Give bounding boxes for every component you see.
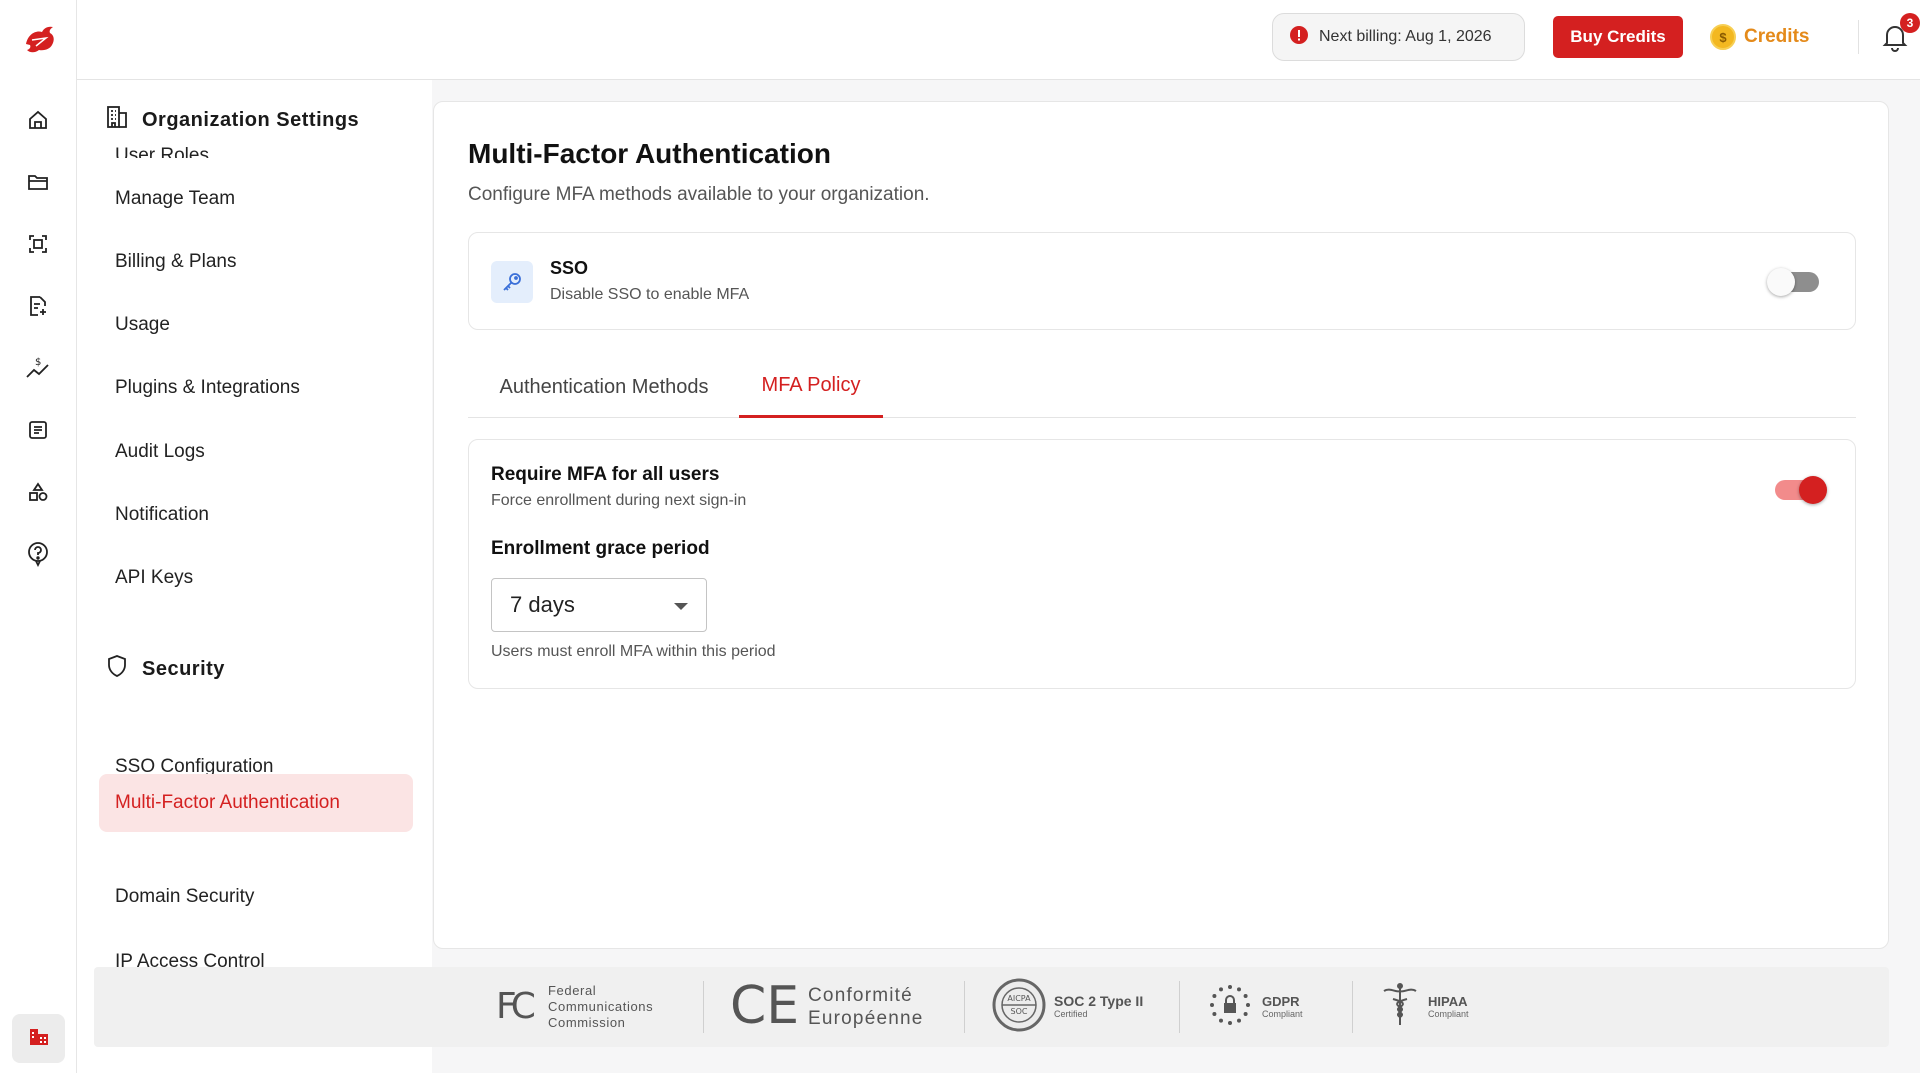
folder-icon[interactable] bbox=[22, 166, 54, 198]
sidebar-item-api-keys[interactable]: API Keys bbox=[99, 549, 413, 607]
divider bbox=[1352, 981, 1353, 1033]
caret-down-icon bbox=[674, 603, 688, 610]
svg-text:CE: CE bbox=[730, 979, 799, 1031]
require-mfa-toggle[interactable] bbox=[1775, 476, 1827, 504]
ce-badge: CE Conformité Européenne bbox=[730, 976, 924, 1037]
ce-logo-icon: CE bbox=[730, 976, 800, 1036]
sso-toggle[interactable] bbox=[1767, 268, 1819, 296]
tab-mfa-policy[interactable]: MFA Policy bbox=[739, 356, 883, 418]
security-title: Security bbox=[142, 657, 225, 680]
gdpr-badge: GDPR Compliant bbox=[1206, 977, 1303, 1037]
divider bbox=[1179, 981, 1180, 1033]
alert-icon bbox=[1289, 25, 1309, 50]
tab-authentication-methods[interactable]: Authentication Methods bbox=[468, 356, 740, 418]
sidebar-item-user-roles[interactable]: User Roles bbox=[99, 138, 413, 158]
sidebar-item-manage-team[interactable]: Manage Team bbox=[99, 170, 413, 228]
organization-icon bbox=[27, 1024, 51, 1053]
list-icon[interactable] bbox=[22, 414, 54, 446]
svg-text:SOC: SOC bbox=[1011, 1007, 1028, 1016]
divider bbox=[703, 981, 704, 1033]
hipaa-badge: HIPAA Compliant bbox=[1380, 977, 1469, 1037]
toggle-knob bbox=[1799, 476, 1827, 504]
key-icon bbox=[491, 261, 533, 303]
org-settings-heading: Organization Settings bbox=[104, 102, 359, 138]
org-settings-title: Organization Settings bbox=[142, 108, 360, 131]
svg-text:$: $ bbox=[35, 357, 41, 368]
sidebar-item-audit-logs[interactable]: Audit Logs bbox=[99, 423, 413, 481]
shapes-icon[interactable] bbox=[22, 476, 54, 508]
building-icon bbox=[104, 104, 130, 136]
settings-sidebar: Organization Settings User Roles Manage … bbox=[77, 80, 432, 1073]
sso-card: SSO Disable SSO to enable MFA bbox=[468, 232, 1856, 330]
organization-button[interactable] bbox=[12, 1014, 65, 1063]
fcc-logo-icon: FC bbox=[496, 984, 541, 1031]
tab-bar: Authentication Methods MFA Policy bbox=[468, 356, 1856, 418]
require-mfa-title: Require MFA for all users bbox=[491, 464, 720, 485]
page-title: Multi-Factor Authentication bbox=[468, 138, 831, 169]
page-subtitle: Configure MFA methods available to your … bbox=[468, 184, 930, 205]
document-add-icon[interactable] bbox=[22, 290, 54, 322]
sidebar-item-billing-plans[interactable]: Billing & Plans bbox=[99, 233, 413, 291]
credits-link[interactable]: $ Credits bbox=[1710, 22, 1809, 52]
eu-stars-lock-icon bbox=[1206, 981, 1254, 1034]
home-icon[interactable] bbox=[22, 104, 54, 136]
svg-text:AICPA: AICPA bbox=[1007, 994, 1031, 1003]
shield-icon bbox=[104, 653, 130, 685]
sidebar-item-usage[interactable]: Usage bbox=[99, 296, 413, 354]
coin-icon: $ bbox=[1710, 24, 1736, 50]
mfa-policy-card: Require MFA for all users Force enrollme… bbox=[468, 439, 1856, 689]
toggle-knob bbox=[1767, 268, 1795, 296]
sidebar-item-domain-security[interactable]: Domain Security bbox=[99, 868, 413, 926]
compliance-badges: FC Federal Communications Commission CE … bbox=[94, 967, 1889, 1047]
sidebar-item-plugins-integrations[interactable]: Plugins & Integrations bbox=[99, 359, 413, 417]
divider bbox=[964, 981, 965, 1033]
divider bbox=[1858, 20, 1859, 54]
left-rail: $ bbox=[0, 0, 77, 1073]
main-content-card: Multi-Factor Authentication Configure MF… bbox=[433, 101, 1889, 949]
notification-count-badge: 3 bbox=[1900, 13, 1920, 33]
grace-period-label: Enrollment grace period bbox=[491, 538, 710, 559]
fcc-badge: FC Federal Communications Commission bbox=[496, 983, 654, 1031]
sidebar-item-mfa[interactable]: Multi-Factor Authentication bbox=[99, 774, 413, 832]
sso-description: Disable SSO to enable MFA bbox=[550, 286, 750, 303]
sso-title: SSO bbox=[550, 258, 589, 278]
sidebar-item-notification[interactable]: Notification bbox=[99, 486, 413, 544]
grace-period-value: 7 days bbox=[510, 592, 575, 617]
require-mfa-description: Force enrollment during next sign-in bbox=[491, 492, 747, 509]
grace-period-select[interactable]: 7 days bbox=[491, 578, 707, 632]
top-bar: Next billing: Aug 1, 2026 Buy Credits $ … bbox=[77, 0, 1920, 80]
grace-period-help: Users must enroll MFA within this period bbox=[491, 643, 776, 660]
billing-status-pill[interactable]: Next billing: Aug 1, 2026 bbox=[1272, 13, 1525, 61]
billing-text: Next billing: Aug 1, 2026 bbox=[1319, 28, 1492, 45]
security-heading: Security bbox=[104, 651, 225, 687]
svg-text:FC: FC bbox=[496, 986, 535, 1026]
scan-icon[interactable] bbox=[22, 228, 54, 260]
credits-label: Credits bbox=[1744, 26, 1810, 47]
buy-credits-button[interactable]: Buy Credits bbox=[1553, 16, 1683, 58]
help-icon[interactable] bbox=[22, 538, 54, 570]
aicpa-soc-seal-icon: AICPA SOC bbox=[992, 978, 1046, 1037]
soc2-badge: AICPA SOC SOC 2 Type II Certified bbox=[992, 977, 1143, 1037]
brand-logo-icon[interactable] bbox=[20, 20, 58, 58]
caduceus-icon bbox=[1380, 981, 1420, 1034]
cost-trend-icon[interactable]: $ bbox=[22, 352, 54, 384]
